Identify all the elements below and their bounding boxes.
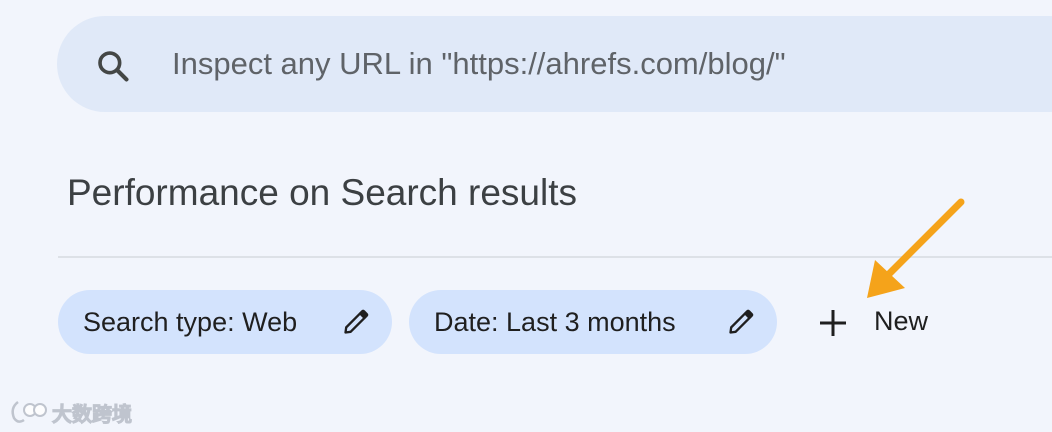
pencil-icon[interactable] [727,308,755,336]
arrow-icon [855,190,975,310]
search-input[interactable] [172,42,1032,86]
search-type-filter-chip[interactable]: Search type: Web [58,290,392,354]
chip-label: Search type: Web [83,306,298,337]
plus-icon [817,307,849,339]
search-icon[interactable] [94,47,132,85]
new-button-label: New [874,306,929,336]
pencil-icon[interactable] [342,308,370,336]
date-filter-chip[interactable]: Date: Last 3 months [409,290,777,354]
search-bar[interactable] [57,16,1052,112]
page-title: Performance on Search results [67,172,578,213]
chip-label: Date: Last 3 months [434,306,676,337]
watermark-logo-icon [8,398,48,426]
watermark-text: 大数跨境 [52,401,133,426]
watermark: 大数跨境 [8,396,133,428]
